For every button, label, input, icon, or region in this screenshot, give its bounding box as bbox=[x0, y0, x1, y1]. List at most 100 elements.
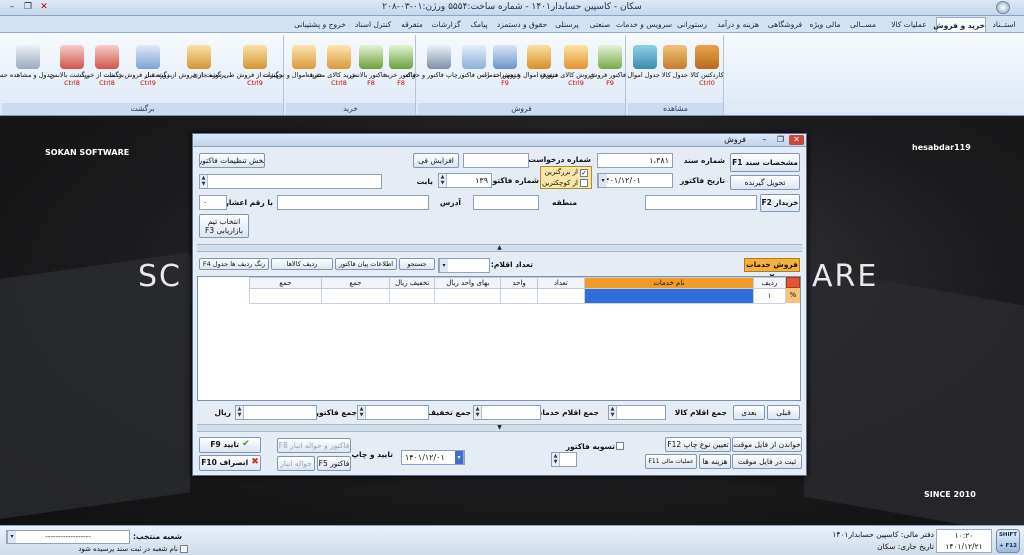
restore-button[interactable]: ❐ bbox=[20, 1, 36, 14]
opt-small-checkbox[interactable] bbox=[580, 179, 588, 187]
tab-restoorani[interactable]: رستورانی bbox=[672, 17, 712, 32]
tab-gozareshat[interactable]: گزارشات bbox=[428, 17, 464, 32]
tab-amaliat-kala[interactable]: عملیات کالا bbox=[884, 17, 934, 32]
opt-big-checkbox[interactable]: ✓ bbox=[580, 169, 588, 177]
foroush-khadamat-button[interactable]: فروش خدمات F9 bbox=[481, 43, 520, 99]
save-temp-button[interactable]: ثبت در فایل موقت bbox=[732, 454, 802, 469]
factor-balance-button[interactable]: فاکتور بالانس F8 bbox=[350, 43, 386, 99]
babat-input[interactable] bbox=[199, 174, 382, 189]
tab-foroushgahi[interactable]: فروشگاهی bbox=[764, 17, 806, 32]
cell-takhfif[interactable] bbox=[389, 288, 436, 304]
minimize-button[interactable]: – bbox=[4, 1, 20, 14]
collapse-strip-bottom[interactable]: ▼ bbox=[197, 424, 802, 432]
tab-motefareghe[interactable]: متفرقه bbox=[396, 17, 428, 32]
address-input[interactable] bbox=[277, 195, 429, 210]
tahvil-girande-button[interactable]: تحویل گیرنده bbox=[730, 175, 800, 190]
kharidar-input[interactable] bbox=[645, 195, 757, 210]
havale-anbar-button[interactable]: حواله انبار bbox=[277, 456, 315, 471]
hazine-button[interactable]: هزینه ها bbox=[699, 454, 731, 469]
close-button[interactable]: ✕ bbox=[36, 1, 52, 14]
kharidar-button[interactable]: خریدار F2 bbox=[760, 194, 800, 212]
tarikh-dropdown-icon[interactable]: ▾ bbox=[598, 174, 607, 187]
tab-control-asnad[interactable]: کنترل اسناد bbox=[350, 17, 396, 32]
tasvie-spinner-icon[interactable]: ▲ ▼ bbox=[552, 453, 560, 466]
print-type-button[interactable]: تعیین نوع چاپ F12 bbox=[665, 437, 731, 452]
factor-kharid-button[interactable]: فاکتور خرید F8 bbox=[384, 43, 416, 99]
darkhast-input[interactable] bbox=[463, 153, 529, 168]
jadval-amval-button[interactable]: جدول اموال bbox=[627, 43, 660, 99]
tab-foroush-khadamat[interactable]: فروش خدمات ۲ bbox=[744, 258, 800, 281]
tab-payamak[interactable]: پیامک bbox=[464, 17, 494, 32]
kharid-amval-button[interactable]: خرید اموال و تجهیزات bbox=[262, 43, 322, 99]
col-vahed[interactable]: واحد bbox=[500, 277, 538, 289]
prev-button[interactable]: قبلی bbox=[767, 405, 800, 420]
shobe-checkbox[interactable] bbox=[180, 545, 188, 553]
kardex-kala-button[interactable]: کاردکس کالا Ctrl0 bbox=[690, 43, 724, 99]
tab-sanati[interactable]: صنعتی bbox=[584, 17, 616, 32]
foroush-kala-motefareghe-button[interactable]: فروش کالای متفرقه Ctrl9 bbox=[539, 43, 594, 99]
tab-mali-vizhe[interactable]: مالی ویژه bbox=[806, 17, 844, 32]
table-row[interactable]: ۱ bbox=[249, 288, 787, 304]
jam-khadamat-spinner-icon[interactable]: ▲ ▼ bbox=[474, 406, 482, 419]
col-baha-vahed[interactable]: بهای واحد ریال bbox=[434, 277, 502, 289]
col-radif[interactable]: ردیف bbox=[752, 277, 787, 289]
col-takhfif[interactable]: تخفیف ریال bbox=[389, 277, 436, 289]
confirm-button[interactable]: ✔ تایید F9 bbox=[199, 437, 261, 453]
jadval-hesabha-button[interactable]: جدول و مشاهده حسابها bbox=[0, 43, 54, 99]
shift-f12-button[interactable]: SHIFT + F12 bbox=[996, 529, 1020, 553]
radif-kala-button[interactable]: ردیف کالاها bbox=[271, 258, 333, 270]
dialog-minimize-button[interactable]: – bbox=[757, 135, 772, 145]
tab-khorooj[interactable]: خروج و پشتیبانی bbox=[290, 17, 350, 32]
cell-jam-1[interactable] bbox=[320, 288, 391, 304]
jadval-kala-button[interactable]: جدول کالا bbox=[660, 43, 690, 99]
factor-no-spinner-icon[interactable]: ▲ ▼ bbox=[439, 174, 447, 187]
cell-radif[interactable]: ۱ bbox=[752, 288, 787, 304]
tasvie-checkbox[interactable] bbox=[616, 442, 624, 450]
shobe-dropdown-icon[interactable]: ▾ bbox=[7, 531, 16, 543]
jam-kala-spinner-icon[interactable]: ▲ ▼ bbox=[609, 406, 617, 419]
print-date-dropdown-icon[interactable]: ▾ bbox=[455, 451, 464, 464]
dialog-restore-button[interactable]: ❐ bbox=[773, 135, 788, 145]
tab-mali[interactable]: مســالی bbox=[844, 17, 882, 32]
chap-factor-button[interactable]: چاپ فاکتور و حواله bbox=[405, 43, 458, 99]
tab-estenad[interactable]: استــناد bbox=[986, 17, 1022, 32]
bargasht-balance-button[interactable]: برگشت بالانس Ctrl8 bbox=[50, 43, 90, 99]
afzayesh-fi-button[interactable]: افزایش فی bbox=[413, 153, 459, 168]
cell-jam-2[interactable] bbox=[249, 288, 322, 304]
col-jam-2[interactable]: جمع bbox=[249, 277, 322, 289]
next-button[interactable]: بعدی bbox=[733, 405, 765, 420]
app-menu-orb-icon[interactable] bbox=[996, 1, 1010, 14]
factor-havale-button[interactable]: فاکتور و حواله انبار F8 bbox=[277, 438, 351, 453]
sanad-input[interactable]: ۱،۳۸۱ bbox=[597, 153, 673, 168]
moshakhasat-sanad-button[interactable]: مشخصات سند F1 bbox=[730, 153, 800, 172]
col-jam-1[interactable]: جمع bbox=[320, 277, 391, 289]
babat-spinner-icon[interactable]: ▲ ▼ bbox=[200, 175, 208, 188]
tab-servis-khadamat[interactable]: سرویس و خدمات bbox=[616, 17, 672, 32]
tarikh-input[interactable]: ۱۴۰۱/۱۲/۰۱ bbox=[597, 173, 673, 188]
bargasht-foroush-jari-button[interactable]: برگشت از فروش طی دوره جاری Ctrl9 bbox=[193, 43, 284, 99]
factor-f5-button[interactable]: فاکتور F5 bbox=[317, 456, 351, 471]
cell-baha[interactable] bbox=[434, 288, 502, 304]
jam-factor-spinner-icon[interactable]: ▲ ▼ bbox=[236, 406, 244, 419]
bargasht-khadamat-button[interactable]: برگشت از فروش خدمات Ctrl9 bbox=[103, 43, 172, 99]
tab-hazine-daramad[interactable]: هزینه و درآمد bbox=[712, 17, 764, 32]
cancel-button[interactable]: ✖ انصراف F10 bbox=[199, 455, 261, 471]
ashar-input[interactable]: ۰ bbox=[199, 195, 227, 210]
entekhab-team-button[interactable]: انتخاب تیم بازاریابی F3 bbox=[199, 214, 249, 238]
amaliat-mali-button[interactable]: عملیات مالی F11 bbox=[645, 454, 697, 469]
cell-vahed[interactable] bbox=[500, 288, 538, 304]
shobe-select[interactable]: ------------------ bbox=[6, 530, 130, 544]
tab-hoghoogh[interactable]: حقوق و دستمزد bbox=[494, 17, 550, 32]
col-name-khadamat[interactable]: نام خدمات bbox=[583, 277, 754, 289]
ras-factor-button[interactable]: راس فاکتور bbox=[458, 43, 490, 99]
read-temp-button[interactable]: خواندن از فایل موقت bbox=[732, 437, 802, 452]
factor-foroush-button[interactable]: فاکتور فروش F9 bbox=[590, 43, 626, 99]
settings-factor-button[interactable]: بخش تنظیمات فاکتور bbox=[199, 153, 265, 168]
bargasht-kharid-button[interactable]: برگشت از خرید Ctrl8 bbox=[81, 43, 124, 99]
tab-kharid-foroush[interactable]: خرید و فروش bbox=[933, 17, 986, 32]
jam-takhfif-spinner-icon[interactable]: ▲ ▼ bbox=[358, 406, 366, 419]
payan-factor-button[interactable]: اطلاعات پیان فاکتور bbox=[335, 258, 397, 270]
cell-name[interactable] bbox=[583, 288, 754, 304]
mantaghe-input[interactable] bbox=[473, 195, 539, 210]
dialog-close-button[interactable]: ✕ bbox=[789, 135, 804, 145]
